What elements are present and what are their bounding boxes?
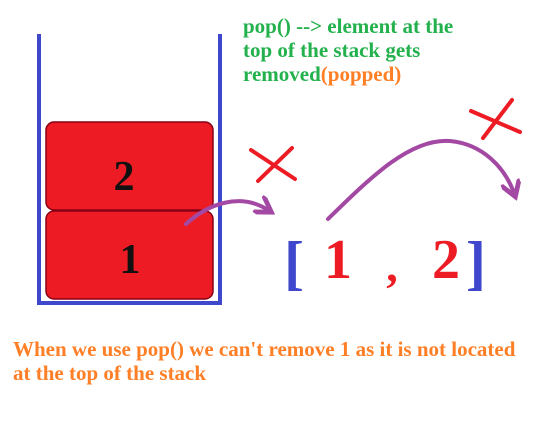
cross-icon (469, 98, 522, 140)
curved-arrow-icon (326, 138, 514, 221)
array-open-bracket: [ (284, 230, 304, 296)
array-close-bracket: ] (466, 230, 486, 296)
cross-icon (249, 146, 297, 183)
pop-description-removed: removed (243, 62, 321, 86)
stack-bottom-value: 1 (120, 237, 141, 283)
pop-diagram: 2 1 [ 1 , 2 ] pop() --> element at the t… (0, 0, 535, 435)
array-first-value: 1 (324, 229, 352, 291)
stack-block-top: 2 (45, 121, 214, 211)
array-comma: , (386, 240, 398, 291)
pop-description-line-1: pop() --> element at the (243, 14, 454, 38)
explanation-note: When we use pop() we can't remove 1 as i… (13, 337, 516, 385)
array-representation: [ 1 , 2 ] (284, 229, 486, 296)
pop-description-popped: (popped) (320, 62, 402, 86)
pop-description-line-2: top of the stack gets (243, 38, 421, 62)
array-second-value: 2 (432, 229, 460, 291)
pop-description: pop() --> element at the top of the stac… (243, 14, 533, 86)
stack-top-value: 2 (114, 154, 135, 200)
pop-description-line-3: removed(popped) (243, 62, 533, 86)
